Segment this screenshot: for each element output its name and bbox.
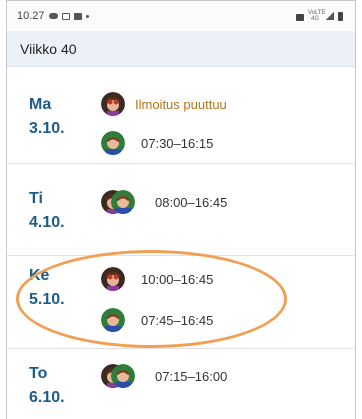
image-icon — [61, 12, 70, 20]
child-avatar-1 — [101, 267, 125, 291]
date: 5.10. — [29, 291, 65, 308]
day-label-thursday: To 6.10. — [29, 362, 65, 410]
day-row-wednesday[interactable]: Ke 5.10. 10:00–16:45 07:45–16:45 — [7, 257, 355, 349]
schedule-entry[interactable]: Ilmoitus puuttuu — [101, 92, 227, 116]
schedule-entry[interactable]: 10:00–16:45 — [101, 267, 213, 291]
date: 6.10. — [29, 389, 65, 406]
schedule-entry[interactable]: 07:15–16:00 — [101, 364, 227, 388]
day-row-monday[interactable]: Ma 3.10. Ilmoitus puuttuu 07:30–16:15 — [7, 67, 355, 164]
time-range: 07:45–16:45 — [141, 312, 214, 328]
network-indicator: VoLTE 4G — [308, 10, 326, 22]
status-bar: 10.27 VoLTE 4G — [7, 1, 355, 31]
day-row-thursday[interactable]: To 6.10. 07:15–16:00 — [7, 350, 355, 419]
time-range: 08:00–16:45 — [155, 194, 228, 210]
child-avatar-2 — [101, 308, 125, 332]
missing-notice-text: Ilmoitus puuttuu — [135, 96, 227, 112]
week-header: Viikko 40 — [7, 31, 355, 67]
schedule-entry[interactable]: 07:45–16:45 — [101, 308, 213, 332]
weekday: To — [29, 365, 48, 382]
weekday: Ti — [29, 190, 43, 207]
weekday: Ma — [29, 96, 52, 113]
week-title: Viikko 40 — [20, 40, 77, 57]
child-avatar-2 — [111, 190, 135, 214]
day-label-wednesday: Ke 5.10. — [29, 264, 65, 312]
day-label-tuesday: Ti 4.10. — [29, 187, 65, 235]
child-avatar-1 — [101, 92, 125, 116]
day-row-tuesday[interactable]: Ti 4.10. 08:00–16:45 — [7, 165, 355, 256]
child-avatar-2 — [111, 364, 135, 388]
schedule-entry[interactable]: 08:00–16:45 — [101, 190, 227, 214]
status-time: 10.27 — [17, 10, 45, 22]
schedule-entry[interactable]: 07:30–16:15 — [101, 131, 213, 155]
children-avatar-group — [101, 364, 135, 388]
date: 3.10. — [29, 120, 65, 137]
day-label-monday: Ma 3.10. — [29, 93, 65, 141]
time-range: 07:15–16:00 — [155, 368, 228, 384]
time-range: 10:00–16:45 — [141, 271, 214, 287]
time-range: 07:30–16:15 — [141, 135, 214, 151]
app-frame: 10.27 VoLTE 4G Viikko 40 Ma 3.10. Ilmoit… — [6, 0, 356, 419]
cloud-icon — [48, 13, 58, 19]
child-avatar-2 — [101, 131, 125, 155]
lock-icon — [296, 13, 304, 21]
notification-dot-icon — [85, 14, 89, 18]
signal-icon — [326, 12, 334, 20]
message-icon — [73, 12, 82, 20]
battery-icon — [338, 11, 343, 21]
weekday: Ke — [29, 267, 50, 284]
date: 4.10. — [29, 214, 65, 231]
children-avatar-group — [101, 190, 135, 214]
